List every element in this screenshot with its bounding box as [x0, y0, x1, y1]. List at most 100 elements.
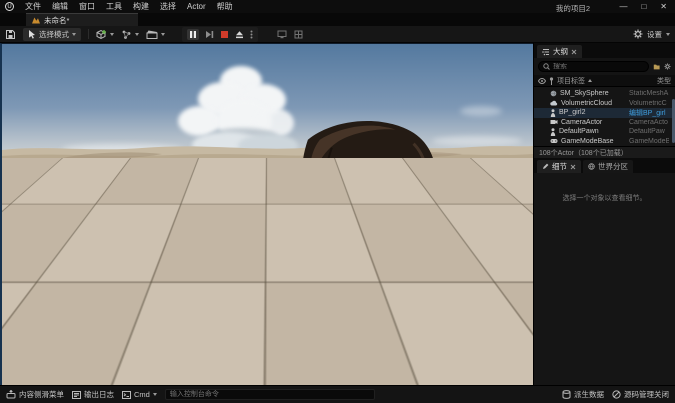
- search-box[interactable]: [538, 61, 649, 72]
- cloud-icon: [550, 100, 558, 106]
- globe-icon: [588, 163, 595, 170]
- content-drawer-button[interactable]: 内容侧滑菜单: [6, 389, 64, 400]
- search-input[interactable]: [553, 63, 644, 70]
- outliner-row-defaultpawn[interactable]: DefaultPawn DefaultPaw: [534, 127, 675, 137]
- right-panel: 大纲 项目标签 类型 SM_SkySphere Stat: [533, 43, 675, 385]
- close-icon[interactable]: [571, 49, 577, 55]
- output-log-label: 输出日志: [84, 389, 114, 400]
- level-icon: [32, 17, 40, 24]
- console-command-input[interactable]: [165, 389, 375, 400]
- details-tab-bar: 细节 世界分区: [534, 158, 675, 173]
- pencil-icon: [542, 163, 549, 170]
- menu-file[interactable]: 文件: [25, 1, 41, 12]
- blueprints-dropdown[interactable]: [121, 28, 139, 41]
- actor-name: BP_girl2: [559, 109, 585, 116]
- chevron-down-icon: [135, 33, 139, 36]
- source-control-off-icon: [612, 390, 621, 399]
- outliner-row-gamemodebase[interactable]: GameModeBase GameModeB: [534, 137, 675, 147]
- add-actor-dropdown[interactable]: [96, 28, 114, 41]
- derived-data-button[interactable]: 派生数据: [562, 389, 604, 400]
- output-log-button[interactable]: 输出日志: [72, 389, 114, 400]
- console-icon: [122, 391, 131, 399]
- add-cube-icon: [96, 29, 107, 40]
- menu-build[interactable]: 构建: [133, 1, 149, 12]
- output-log-icon: [72, 391, 81, 399]
- play-controls: [182, 27, 258, 42]
- actor-type: GameModeB: [629, 138, 669, 145]
- level-tab-label: 未命名*: [44, 15, 69, 26]
- menu-edit[interactable]: 编辑: [52, 1, 68, 12]
- chevron-down-icon: [153, 393, 157, 396]
- pin-icon[interactable]: [549, 77, 554, 85]
- folder-icon[interactable]: [653, 63, 660, 71]
- frame-skip-icon: [205, 30, 214, 39]
- outliner-settings-gear-icon[interactable]: [664, 62, 671, 71]
- select-mode-label: 选择模式: [39, 29, 69, 40]
- menu-tools[interactable]: 工具: [106, 1, 122, 12]
- static-mesh-icon: [550, 90, 557, 97]
- monitor-icon: [277, 30, 287, 39]
- menu-actor[interactable]: Actor: [187, 2, 206, 11]
- tab-details[interactable]: 细节: [537, 160, 581, 173]
- derived-data-label: 派生数据: [574, 389, 604, 400]
- camera-icon: [550, 119, 558, 125]
- minimize-button[interactable]: —: [619, 2, 627, 11]
- content-drawer-icon: [6, 390, 16, 399]
- pause-icon: [189, 30, 197, 39]
- content-drawer-label: 内容侧滑菜单: [19, 389, 64, 400]
- source-control-button[interactable]: 源码管理关闭: [612, 389, 669, 400]
- right-joystick-knob[interactable]: [430, 306, 462, 338]
- outliner-icon: [542, 48, 550, 56]
- details-empty-text: 选择一个对象以查看细节。: [563, 195, 647, 202]
- menu-help[interactable]: 帮助: [217, 1, 233, 12]
- level-tab-untitled[interactable]: 未命名*: [26, 13, 138, 26]
- pause-button[interactable]: [187, 29, 199, 40]
- chevron-down-icon: [666, 33, 670, 36]
- tab-outliner[interactable]: 大纲: [537, 45, 582, 58]
- close-icon[interactable]: [570, 164, 576, 170]
- outliner-row-bp-girl2[interactable]: BP_girl2 编辑BP_girl: [534, 108, 675, 118]
- level-viewport[interactable]: [0, 43, 533, 385]
- sort-ascending-icon: [588, 79, 592, 82]
- source-control-label: 源码管理关闭: [624, 389, 669, 400]
- save-button[interactable]: [5, 28, 16, 41]
- tab-outliner-label: 大纲: [553, 46, 568, 57]
- platforms-button[interactable]: [277, 28, 287, 41]
- clapperboard-icon: [146, 29, 158, 40]
- kebab-menu-icon[interactable]: [250, 30, 253, 39]
- details-empty-state: 选择一个对象以查看细节。: [534, 173, 675, 385]
- actor-type: VolumetricC: [629, 100, 669, 107]
- eject-button[interactable]: [235, 30, 244, 39]
- pawn-icon: [550, 109, 556, 117]
- stop-button[interactable]: [220, 30, 229, 39]
- outliner-column-header: 项目标签 类型: [534, 75, 675, 87]
- pawn-icon: [550, 128, 556, 136]
- search-icon: [543, 63, 550, 70]
- cmd-dropdown[interactable]: Cmd: [122, 390, 157, 399]
- tab-details-label: 细节: [552, 161, 567, 172]
- outliner-row-sm-skysphere[interactable]: SM_SkySphere StaticMeshA: [534, 89, 675, 99]
- menu-select[interactable]: 选择: [160, 1, 176, 12]
- cinematics-dropdown[interactable]: [146, 28, 165, 41]
- edit-blueprint-link[interactable]: 编辑BP_girl: [629, 108, 669, 118]
- close-button[interactable]: ✕: [660, 2, 667, 11]
- menu-window[interactable]: 窗口: [79, 1, 95, 12]
- eye-icon[interactable]: [538, 78, 546, 84]
- actor-name: DefaultPawn: [559, 128, 599, 135]
- settings-dropdown[interactable]: 设置: [633, 29, 670, 40]
- actor-count-label: 108个Actor（108个已加载）: [539, 148, 628, 158]
- column-item-label[interactable]: 项目标签: [557, 76, 585, 86]
- toolbar-extra-button[interactable]: [294, 28, 303, 41]
- outliner-row-volumetriccloud[interactable]: VolumetricCloud VolumetricC: [534, 99, 675, 109]
- left-joystick-knob[interactable]: [80, 316, 114, 350]
- column-type[interactable]: 类型: [657, 76, 671, 86]
- outliner-row-cameraactor[interactable]: CameraActor CameraActo: [534, 118, 675, 128]
- frame-skip-button[interactable]: [205, 30, 214, 39]
- select-mode-dropdown[interactable]: 选择模式: [23, 28, 81, 41]
- tab-world-partition[interactable]: 世界分区: [583, 160, 633, 173]
- actor-name: VolumetricCloud: [561, 100, 612, 107]
- maximize-button[interactable]: □: [641, 2, 646, 11]
- grid-icon: [294, 30, 303, 39]
- actor-type: CameraActo: [629, 119, 669, 126]
- outliner-footer: 108个Actor（108个已加载）: [534, 146, 675, 158]
